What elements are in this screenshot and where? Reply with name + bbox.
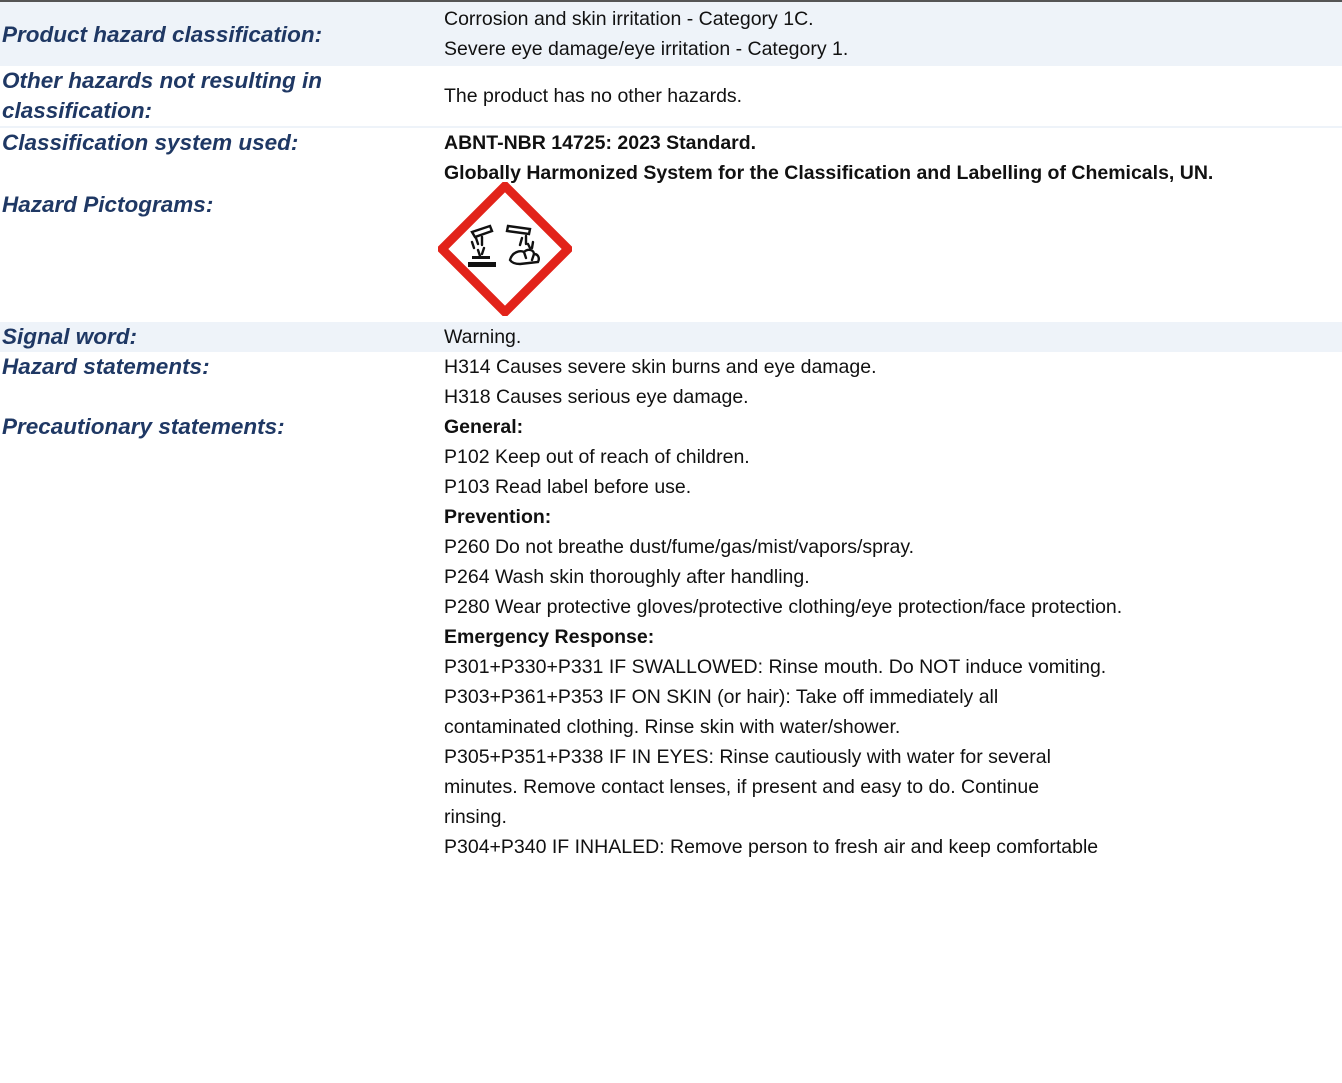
product-hazard-line-2: Severe eye damage/eye irritation - Categ… [444, 38, 849, 60]
precautionary-statements-label: Precautionary statements: [2, 414, 285, 439]
product-hazard-label: Product hazard classification: [2, 22, 323, 47]
precautionary-p103: P103 Read label before use. [444, 476, 692, 498]
row-signal-word: Signal word: Warning. [0, 322, 1342, 352]
precautionary-general-heading: General: [444, 416, 524, 438]
product-hazard-line-1: Corrosion and skin irritation - Category… [444, 8, 814, 30]
hazard-pictograms-label: Hazard Pictograms: [2, 192, 214, 217]
row-hazard-statements: Hazard statements: H314 Causes severe sk… [0, 352, 1342, 412]
precautionary-p305-line-3: rinsing. [444, 806, 507, 828]
product-hazard-value: Corrosion and skin irritation - Category… [444, 4, 1342, 66]
signal-word-label: Signal word: [2, 324, 137, 349]
other-hazards-value: The product has no other hazards. [444, 85, 743, 107]
hazard-statements-label: Hazard statements: [2, 354, 210, 379]
hazard-statement-h314: H314 Causes severe skin burns and eye da… [444, 356, 877, 378]
row-precautionary-statements: Precautionary statements: General: P102 … [0, 412, 1342, 862]
precautionary-p304: P304+P340 IF INHALED: Remove person to f… [444, 836, 1099, 858]
classification-system-value: ABNT-NBR 14725: 2023 Standard. Globally … [444, 128, 1342, 188]
other-hazards-label: Other hazards not resulting in classific… [2, 68, 323, 123]
classification-system-line-1: ABNT-NBR 14725: 2023 Standard. [444, 132, 757, 154]
precautionary-p102: P102 Keep out of reach of children. [444, 446, 750, 468]
row-product-hazard: Product hazard classification: Corrosion… [0, 2, 1342, 66]
hazard-statements-value: H314 Causes severe skin burns and eye da… [444, 352, 1342, 412]
precautionary-p305-line-2: minutes. Remove contact lenses, if prese… [444, 776, 1040, 798]
corrosion-pictogram-icon [438, 182, 572, 316]
precautionary-p264: P264 Wash skin thoroughly after handling… [444, 566, 810, 588]
signal-word-value: Warning. [444, 326, 522, 348]
precautionary-statements-value: General: P102 Keep out of reach of child… [444, 412, 1342, 862]
classification-system-label: Classification system used: [2, 130, 299, 155]
row-other-hazards: Other hazards not resulting in classific… [0, 66, 1342, 126]
precautionary-p305-line-1: P305+P351+P338 IF IN EYES: Rinse cautiou… [444, 746, 1051, 768]
precautionary-prevention-heading: Prevention: [444, 506, 552, 528]
precautionary-p260: P260 Do not breathe dust/fume/gas/mist/v… [444, 536, 915, 558]
precautionary-p280: P280 Wear protective gloves/protective c… [444, 596, 1123, 618]
classification-system-line-2: Globally Harmonized System for the Class… [444, 162, 1214, 184]
row-hazard-pictograms: Hazard Pictograms: [0, 182, 1342, 322]
precautionary-emergency-heading: Emergency Response: [444, 626, 655, 648]
precautionary-p301: P301+P330+P331 IF SWALLOWED: Rinse mouth… [444, 656, 1107, 678]
sds-hazard-section: Product hazard classification: Corrosion… [0, 0, 1342, 1083]
precautionary-p303-line-1: P303+P361+P353 IF ON SKIN (or hair): Tak… [444, 686, 999, 708]
row-classification-system-body: Classification system used: ABNT-NBR 147… [0, 128, 1342, 188]
precautionary-p303-line-2: contaminated clothing. Rinse skin with w… [444, 716, 901, 738]
hazard-statement-h318: H318 Causes serious eye damage. [444, 386, 749, 408]
hazard-pictograms-value [438, 182, 1342, 322]
